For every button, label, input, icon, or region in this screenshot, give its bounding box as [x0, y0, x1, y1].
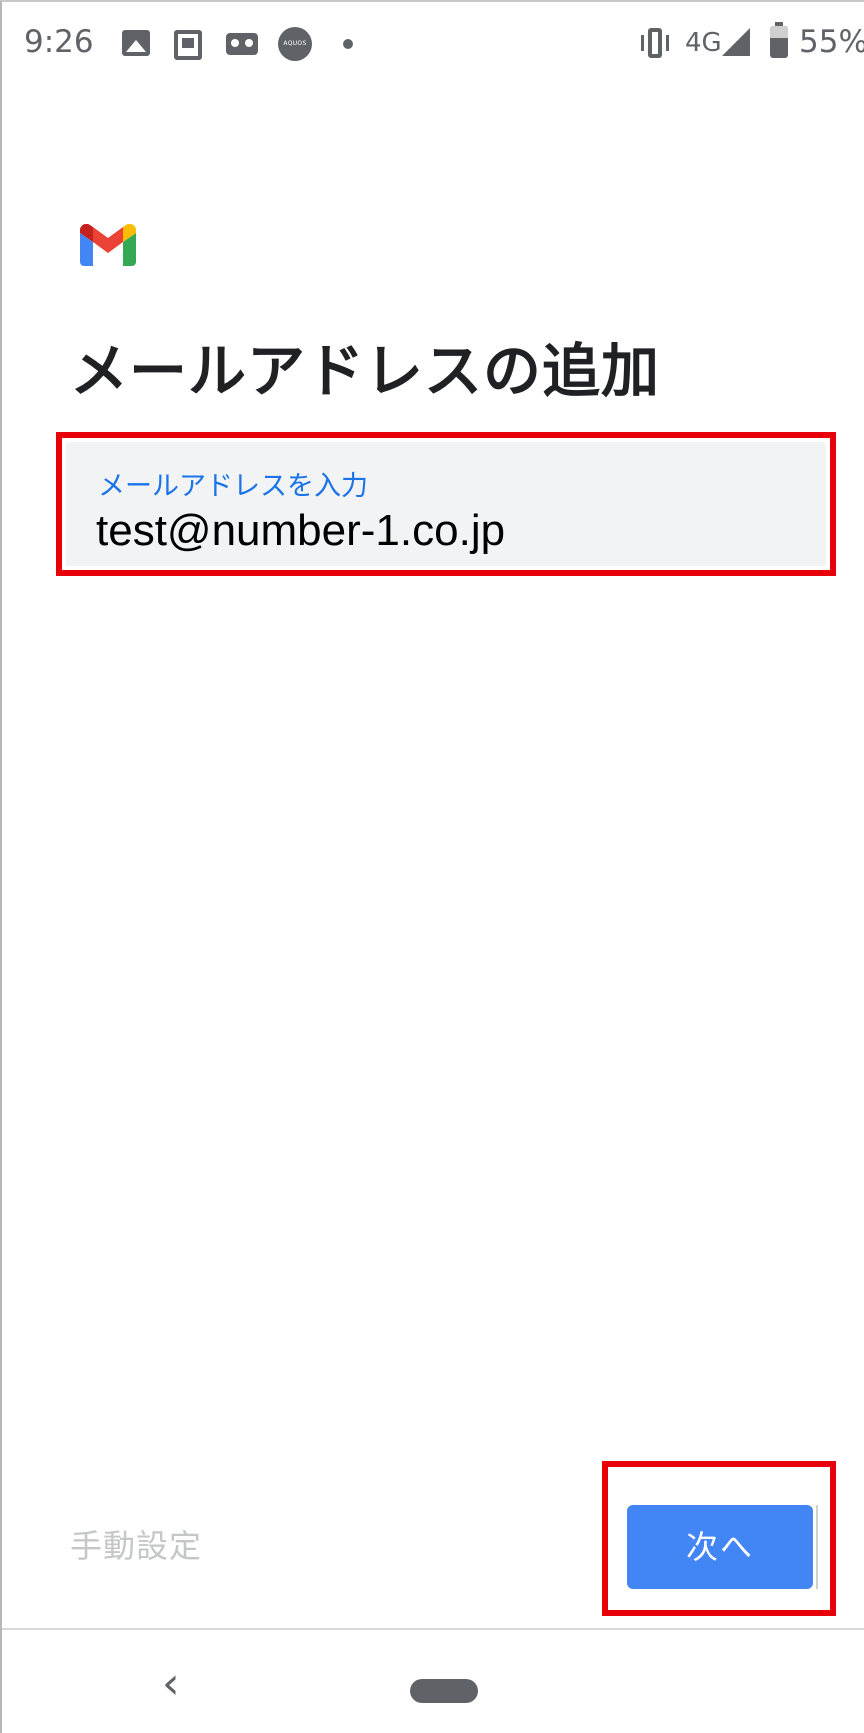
signal-icon — [722, 28, 750, 56]
screen: 9:26 AQUOS 4G 55% メールアドレスの追加 メールアドレスを入力 … — [0, 0, 864, 1733]
next-button-highlight-box — [602, 1461, 836, 1616]
status-bar: 9:26 AQUOS 4G 55% — [2, 2, 864, 86]
vibrate-icon — [638, 28, 672, 58]
back-icon[interactable]: ‹ — [162, 1662, 180, 1706]
sim-icon — [174, 30, 202, 60]
notification-dot-icon — [343, 39, 353, 49]
aquos-icon: AQUOS — [278, 27, 312, 61]
status-time: 9:26 — [24, 24, 94, 60]
voicemail-icon — [226, 33, 258, 55]
page-title: メールアドレスの追加 — [70, 337, 661, 405]
gmail-logo — [80, 224, 136, 266]
manual-setup-button[interactable]: 手動設定 — [70, 1521, 202, 1567]
image-icon — [122, 30, 150, 56]
battery-icon — [770, 22, 788, 58]
email-field-highlight-box — [56, 432, 836, 576]
home-pill-icon[interactable] — [410, 1679, 478, 1703]
navigation-bar: ‹ — [2, 1628, 864, 1733]
network-type: 4G — [685, 28, 722, 58]
battery-percent: 55% — [799, 24, 864, 60]
